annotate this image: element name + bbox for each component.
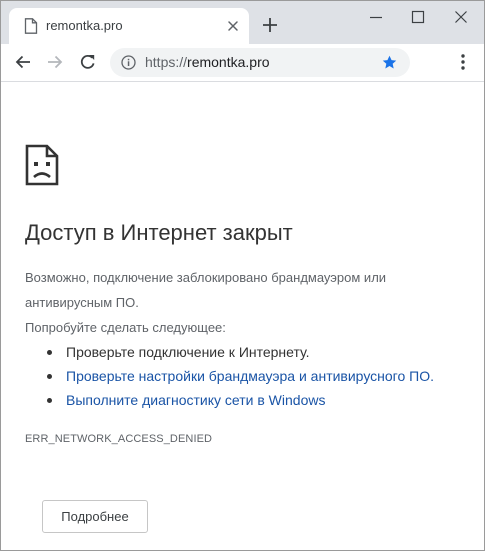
maximize-icon[interactable] xyxy=(410,9,426,25)
three-dots-icon[interactable] xyxy=(457,53,469,71)
tab-strip: remontka.pro xyxy=(1,1,484,44)
page-title: Доступ в Интернет закрыт xyxy=(25,220,293,245)
arrow-right-icon[interactable] xyxy=(46,53,64,71)
minimize-icon[interactable] xyxy=(368,9,384,25)
tab-title: remontka.pro xyxy=(46,18,123,33)
details-button[interactable]: Подробнее xyxy=(42,500,148,533)
browser-window: remontka.pro https://remontka.pro Доступ… xyxy=(0,0,485,551)
window-close-icon[interactable] xyxy=(453,9,469,25)
suggestions-heading: Попробуйте сделать следующее: xyxy=(25,320,226,335)
page-content: Доступ в Интернет закрыт Возможно, подкл… xyxy=(1,82,484,550)
url-text: https://remontka.pro xyxy=(145,54,270,70)
error-description: Возможно, подключение заблокировано бран… xyxy=(25,270,387,310)
star-icon[interactable] xyxy=(381,54,398,71)
close-icon[interactable] xyxy=(226,19,240,33)
error-code: ERR_NETWORK_ACCESS_DENIED xyxy=(25,433,213,445)
toolbar: https://remontka.pro xyxy=(1,44,484,82)
address-bar[interactable]: https://remontka.pro xyxy=(110,48,410,77)
suggestion-check-connection: Проверьте подключение к Интернету. xyxy=(25,340,434,364)
tab-remontka[interactable]: remontka.pro xyxy=(9,8,249,44)
plus-icon[interactable] xyxy=(261,16,279,34)
url-scheme: https:// xyxy=(145,54,188,70)
reload-icon[interactable] xyxy=(79,53,97,71)
page-icon xyxy=(24,18,38,34)
suggestions-list: Проверьте подключение к Интернету. Прове… xyxy=(25,340,434,412)
arrow-left-icon[interactable] xyxy=(14,53,32,71)
sad-page-icon xyxy=(25,144,59,186)
suggestion-check-firewall-link[interactable]: Проверьте настройки брандмауэра и антиви… xyxy=(25,364,434,388)
url-host: remontka.pro xyxy=(187,54,270,70)
info-icon[interactable] xyxy=(121,55,136,70)
suggestion-run-diagnostics-link[interactable]: Выполните диагностику сети в Windows xyxy=(25,388,434,412)
